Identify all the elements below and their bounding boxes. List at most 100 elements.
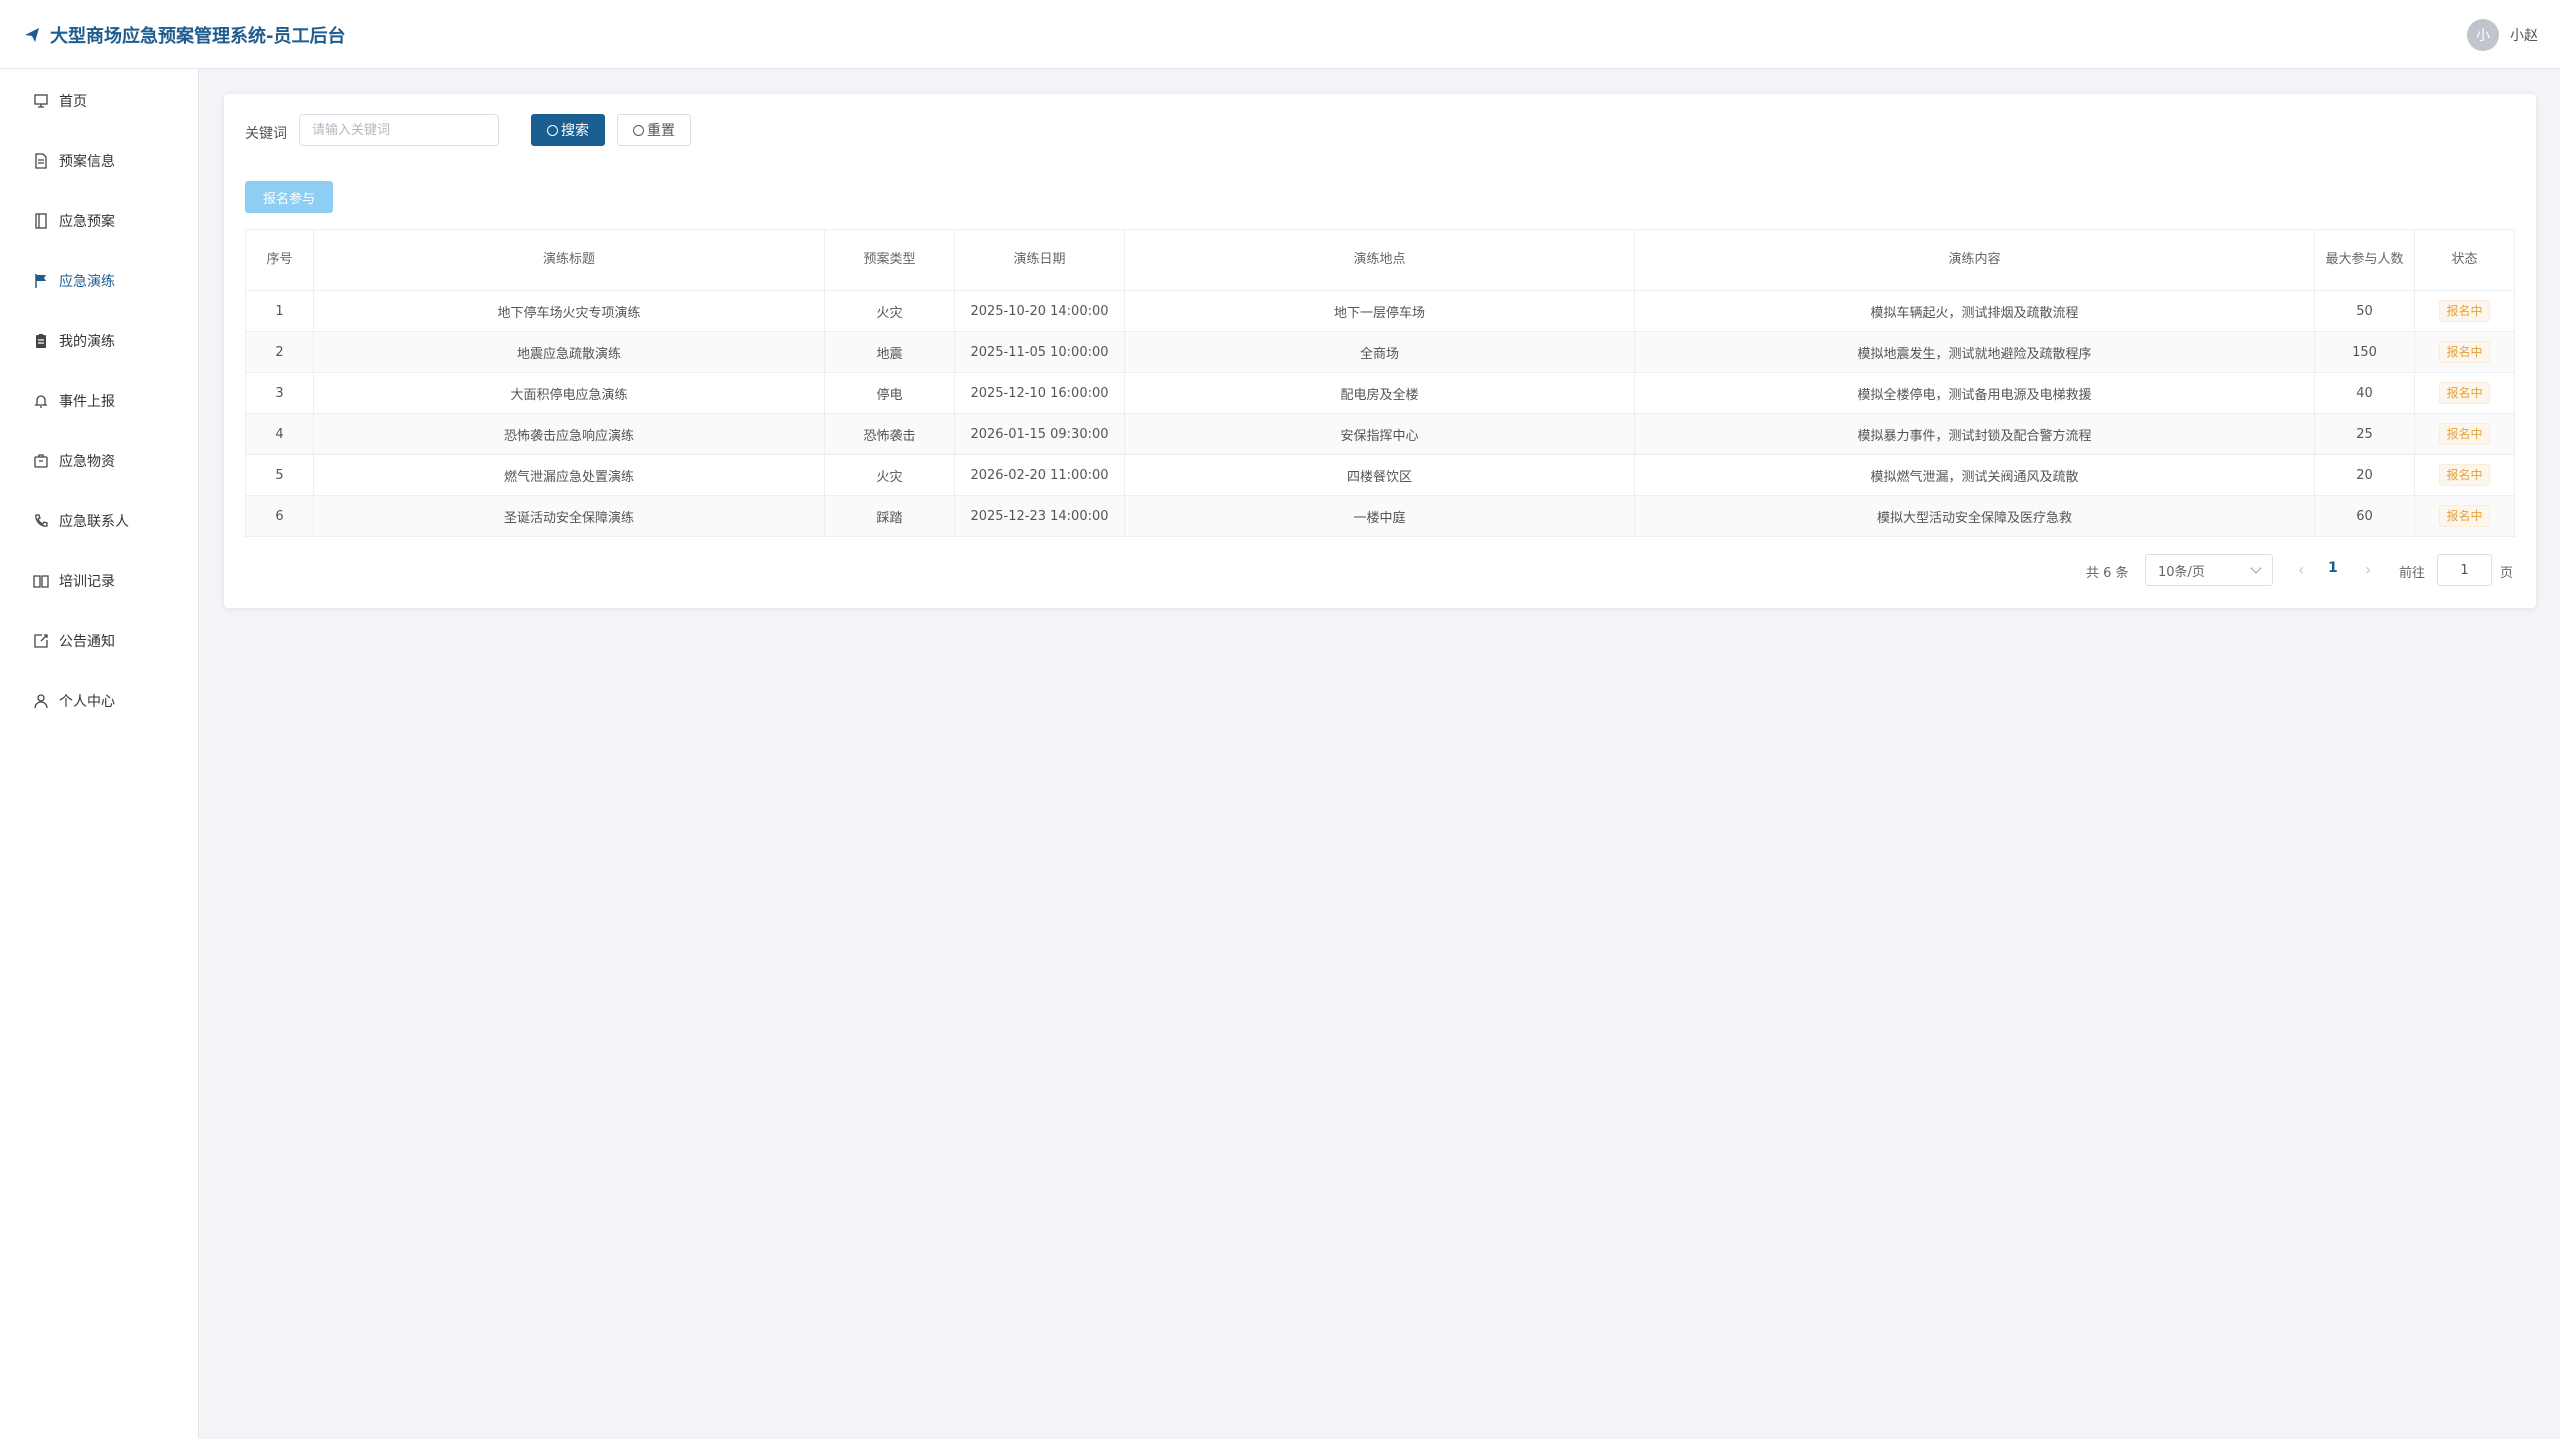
- next-page-button[interactable]: ›: [2365, 560, 2371, 579]
- status-badge: 报名中: [2439, 464, 2490, 486]
- column-header: 预案类型: [824, 229, 955, 291]
- notice-icon: [33, 633, 49, 649]
- sidebar-item-my-drill[interactable]: 我的演练: [0, 321, 198, 361]
- cell-date: 2025-10-20 14:00:00: [954, 290, 1125, 332]
- refresh-icon: [633, 124, 644, 136]
- cell-location: 安保指挥中心: [1124, 413, 1635, 455]
- reset-button-label: 重置: [647, 123, 675, 139]
- cell-date: 2026-02-20 11:00:00: [954, 454, 1125, 496]
- sidebar-item-training[interactable]: 培训记录: [0, 561, 198, 601]
- sidebar-item-emergency-plan[interactable]: 应急预案: [0, 201, 198, 241]
- sidebar-item-incident-report[interactable]: 事件上报: [0, 381, 198, 421]
- table-row[interactable]: 3 大面积停电应急演练 停电 2025-12-10 16:00:00 配电房及全…: [245, 372, 2515, 414]
- cell-status: 报名中: [2414, 413, 2515, 455]
- cell-date: 2025-12-23 14:00:00: [954, 495, 1125, 537]
- page-size-value: 10条/页: [2158, 564, 2205, 580]
- sidebar-item-label: 我的演练: [59, 334, 115, 350]
- cell-max: 150: [2314, 331, 2415, 373]
- table-row[interactable]: 6 圣诞活动安全保障演练 踩踏 2025-12-23 14:00:00 一楼中庭…: [245, 495, 2515, 537]
- clipboard-icon: [33, 333, 49, 349]
- sidebar-item-label: 应急物资: [59, 454, 115, 470]
- cell-type: 停电: [824, 372, 955, 414]
- cell-title: 圣诞活动安全保障演练: [313, 495, 825, 537]
- table-header-row: 序号 演练标题 预案类型 演练日期 演练地点 演练内容 最大参与人数 状态: [245, 229, 2515, 291]
- sidebar: 首页 预案信息 应急预案 应急演练 我的演练 事件上报 应急物资 应急联系人 培…: [0, 69, 199, 1439]
- cell-content: 模拟全楼停电，测试备用电源及电梯救援: [1634, 372, 2315, 414]
- sidebar-item-label: 首页: [59, 94, 87, 110]
- cell-date: 2025-11-05 10:00:00: [954, 331, 1125, 373]
- cell-content: 模拟车辆起火，测试排烟及疏散流程: [1634, 290, 2315, 332]
- cell-content: 模拟燃气泄漏，测试关阀通风及疏散: [1634, 454, 2315, 496]
- bell-icon: [33, 393, 49, 409]
- cell-no: 6: [245, 495, 314, 537]
- sidebar-item-label: 应急演练: [59, 274, 115, 290]
- table-row[interactable]: 1 地下停车场火灾专项演练 火灾 2025-10-20 14:00:00 地下一…: [245, 290, 2515, 332]
- search-button[interactable]: 搜索: [531, 114, 605, 146]
- cell-content: 模拟地震发生，测试就地避险及疏散程序: [1634, 331, 2315, 373]
- sidebar-item-contacts[interactable]: 应急联系人: [0, 501, 198, 541]
- goto-label: 前往: [2399, 566, 2426, 581]
- cell-status: 报名中: [2414, 495, 2515, 537]
- signup-button[interactable]: 报名参与: [245, 181, 333, 213]
- chevron-down-icon: [2250, 562, 2262, 574]
- column-header: 序号: [245, 229, 314, 291]
- cell-max: 20: [2314, 454, 2415, 496]
- cell-date: 2026-01-15 09:30:00: [954, 413, 1125, 455]
- book-icon: [33, 573, 49, 589]
- cell-status: 报名中: [2414, 331, 2515, 373]
- column-header: 状态: [2414, 229, 2515, 291]
- app-title: 大型商场应急预案管理系统-员工后台: [50, 26, 346, 47]
- avatar[interactable]: 小: [2467, 19, 2499, 51]
- sidebar-item-home[interactable]: 首页: [0, 81, 198, 121]
- table-row[interactable]: 5 燃气泄漏应急处置演练 火灾 2026-02-20 11:00:00 四楼餐饮…: [245, 454, 2515, 496]
- cell-status: 报名中: [2414, 372, 2515, 414]
- cell-no: 1: [245, 290, 314, 332]
- total-count: 共 6 条: [2086, 566, 2129, 581]
- sidebar-item-drill[interactable]: 应急演练: [0, 261, 198, 301]
- column-header: 演练标题: [313, 229, 825, 291]
- cell-max: 60: [2314, 495, 2415, 537]
- home-icon: [33, 93, 49, 109]
- sidebar-item-supplies[interactable]: 应急物资: [0, 441, 198, 481]
- cell-title: 恐怖袭击应急响应演练: [313, 413, 825, 455]
- reset-button[interactable]: 重置: [617, 114, 691, 146]
- search-button-label: 搜索: [561, 123, 589, 139]
- goto-page-input[interactable]: [2437, 554, 2492, 586]
- user-menu[interactable]: 小 小赵: [2467, 19, 2538, 51]
- column-header: 演练地点: [1124, 229, 1635, 291]
- sidebar-item-label: 培训记录: [59, 574, 115, 590]
- flag-icon: [33, 273, 49, 289]
- cell-location: 地下一层停车场: [1124, 290, 1635, 332]
- sidebar-item-notice[interactable]: 公告通知: [0, 621, 198, 661]
- send-icon: [25, 28, 39, 42]
- cell-status: 报名中: [2414, 290, 2515, 332]
- cell-title: 地下停车场火灾专项演练: [313, 290, 825, 332]
- pagination: 共 6 条 10条/页 ‹ 1 › 前往 页: [224, 554, 2536, 586]
- sidebar-item-profile[interactable]: 个人中心: [0, 681, 198, 721]
- cell-content: 模拟暴力事件，测试封锁及配合警方流程: [1634, 413, 2315, 455]
- keyword-input[interactable]: [299, 114, 499, 146]
- page-size-select[interactable]: 10条/页: [2145, 554, 2273, 586]
- cell-no: 3: [245, 372, 314, 414]
- table-row[interactable]: 4 恐怖袭击应急响应演练 恐怖袭击 2026-01-15 09:30:00 安保…: [245, 413, 2515, 455]
- user-icon: [33, 693, 49, 709]
- cell-title: 大面积停电应急演练: [313, 372, 825, 414]
- cell-title: 燃气泄漏应急处置演练: [313, 454, 825, 496]
- notebook-icon: [33, 213, 49, 229]
- cell-type: 恐怖袭击: [824, 413, 955, 455]
- brand: 大型商场应急预案管理系统-员工后台: [24, 22, 345, 48]
- status-badge: 报名中: [2439, 300, 2490, 322]
- prev-page-button[interactable]: ‹: [2298, 560, 2304, 579]
- cell-type: 火灾: [824, 290, 955, 332]
- search-icon: [547, 124, 558, 136]
- top-header: 大型商场应急预案管理系统-员工后台 小 小赵: [0, 0, 2560, 69]
- sidebar-item-label: 公告通知: [59, 634, 115, 650]
- status-badge: 报名中: [2439, 382, 2490, 404]
- status-badge: 报名中: [2439, 423, 2490, 445]
- document-icon: [33, 153, 49, 169]
- sidebar-item-plan-info[interactable]: 预案信息: [0, 141, 198, 181]
- table-row[interactable]: 2 地震应急疏散演练 地震 2025-11-05 10:00:00 全商场 模拟…: [245, 331, 2515, 373]
- page-number[interactable]: 1: [2328, 560, 2338, 576]
- username[interactable]: 小赵: [2510, 25, 2538, 45]
- cell-no: 5: [245, 454, 314, 496]
